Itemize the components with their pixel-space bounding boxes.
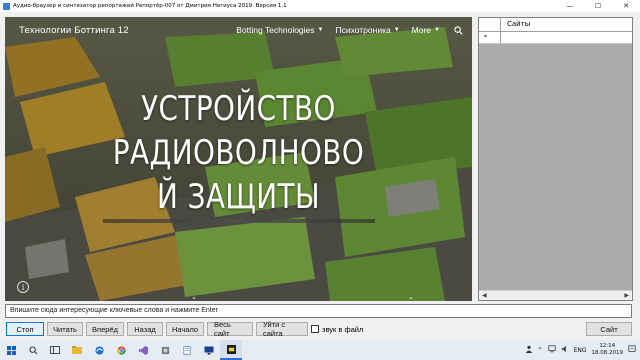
tools-app-icon[interactable] [154, 340, 176, 360]
nav-item-botting-technologies[interactable]: Botting Technologies ▼ [236, 25, 323, 35]
edge-browser-icon[interactable] [88, 340, 110, 360]
info-icon[interactable]: i [17, 281, 29, 293]
nav-item-more[interactable]: More ▼ [412, 25, 440, 35]
window-title: Аудио-браузер и синтезатор репортажей Ре… [13, 3, 287, 9]
site-brand[interactable]: Технологии Боттинга 12 [19, 25, 129, 36]
grid-horizontal-scrollbar[interactable]: ◀ ▶ [479, 290, 632, 300]
hero-headline-line: РАДИОВОЛНОВО [112, 133, 365, 173]
grid-corner [479, 18, 501, 31]
scroll-down-icon[interactable]: ⌄ [191, 293, 197, 301]
site-navbar: Технологии Боттинга 12 Botting Technolog… [5, 17, 472, 43]
windows-taskbar: ^ ENG 12:14 18.08.2019 [0, 340, 640, 360]
sites-grid[interactable]: Сайты * ◀ ▶ [478, 17, 633, 301]
language-indicator[interactable]: ENG [574, 347, 587, 354]
chrome-icon[interactable] [110, 340, 132, 360]
chevron-down-icon: ▼ [393, 27, 400, 33]
keywords-input[interactable]: Впишите сюда интересующие ключевые слова… [5, 304, 632, 318]
sound-to-file-checkbox[interactable]: звук в файл [311, 322, 363, 336]
monitor-app-icon[interactable] [198, 340, 220, 360]
grid-column-header-sites[interactable]: Сайты [501, 18, 632, 31]
clock-time: 12:14 [599, 343, 616, 349]
site-button[interactable]: Сайт [586, 322, 632, 336]
control-button-row: Стоп Читать Вперёд Назад Начало Весь сай… [6, 320, 363, 338]
nav-item-label: Психотроника [335, 25, 391, 35]
windows-start-icon[interactable] [0, 340, 22, 360]
checkbox-box[interactable] [311, 325, 319, 333]
system-tray: ^ ENG 12:14 18.08.2019 [525, 343, 640, 357]
people-icon[interactable] [525, 345, 533, 355]
clock-date: 18.08.2019 [591, 350, 624, 356]
minimize-button[interactable]: — [556, 0, 584, 12]
site-nav-links: Botting Technologies ▼ Психотроника ▼ Mo… [236, 24, 472, 36]
network-icon[interactable] [548, 345, 556, 355]
window-titlebar: Аудио-браузер и синтезатор репортажей Ре… [0, 0, 640, 12]
system-clock[interactable]: 12:14 18.08.2019 [592, 343, 624, 357]
task-view-icon[interactable] [44, 340, 66, 360]
nav-item-label: More [411, 25, 432, 35]
app-icon [3, 2, 10, 10]
close-button[interactable]: ✕ [612, 0, 640, 12]
search-icon[interactable] [22, 340, 44, 360]
search-icon[interactable] [452, 24, 464, 36]
nav-item-label: Botting Technologies [236, 25, 315, 35]
start-button[interactable]: Начало [166, 322, 204, 336]
grid-cell[interactable] [501, 32, 632, 43]
maximize-button[interactable]: ☐ [584, 0, 612, 12]
whole-site-button[interactable]: Весь сайт [207, 320, 253, 338]
volume-icon[interactable] [561, 345, 569, 355]
chevron-down-icon: ▼ [317, 27, 324, 33]
reporter-app-icon[interactable] [220, 340, 242, 360]
notifications-icon[interactable] [628, 345, 636, 355]
grid-row-marker: * [479, 32, 501, 43]
chevron-down-icon: ▼ [434, 27, 440, 33]
web-browser-pane[interactable]: Технологии Боттинга 12 Botting Technolog… [5, 17, 472, 301]
hero-divider [103, 219, 375, 223]
file-explorer-icon[interactable] [66, 340, 88, 360]
scroll-left-icon[interactable]: ◀ [482, 292, 487, 299]
grid-header: Сайты [479, 18, 632, 32]
hero-headline-line: Й ЗАЩИТЫ [157, 177, 320, 217]
scroll-down-icon[interactable]: ⌄ [408, 293, 414, 301]
read-button[interactable]: Читать [47, 322, 83, 336]
scroll-right-icon[interactable]: ▶ [624, 292, 629, 299]
checkbox-label: звук в файл [322, 324, 364, 334]
grid-new-row[interactable]: * [479, 32, 632, 44]
hero-headline: УСТРОЙСТВО РАДИОВОЛНОВО Й ЗАЩИТЫ [5, 87, 472, 219]
back-button[interactable]: Назад [127, 322, 163, 336]
hero-headline-line: УСТРОЙСТВО [141, 89, 336, 129]
visual-studio-icon[interactable] [132, 340, 154, 360]
nav-item-psychotronics[interactable]: Психотроника ▼ [335, 25, 399, 35]
forward-button[interactable]: Вперёд [86, 322, 124, 336]
stop-button[interactable]: Стоп [6, 322, 44, 336]
notepad-icon[interactable] [176, 340, 198, 360]
leave-site-button[interactable]: Уйти с сайта [256, 320, 308, 338]
chevron-up-icon[interactable]: ^ [538, 347, 543, 354]
